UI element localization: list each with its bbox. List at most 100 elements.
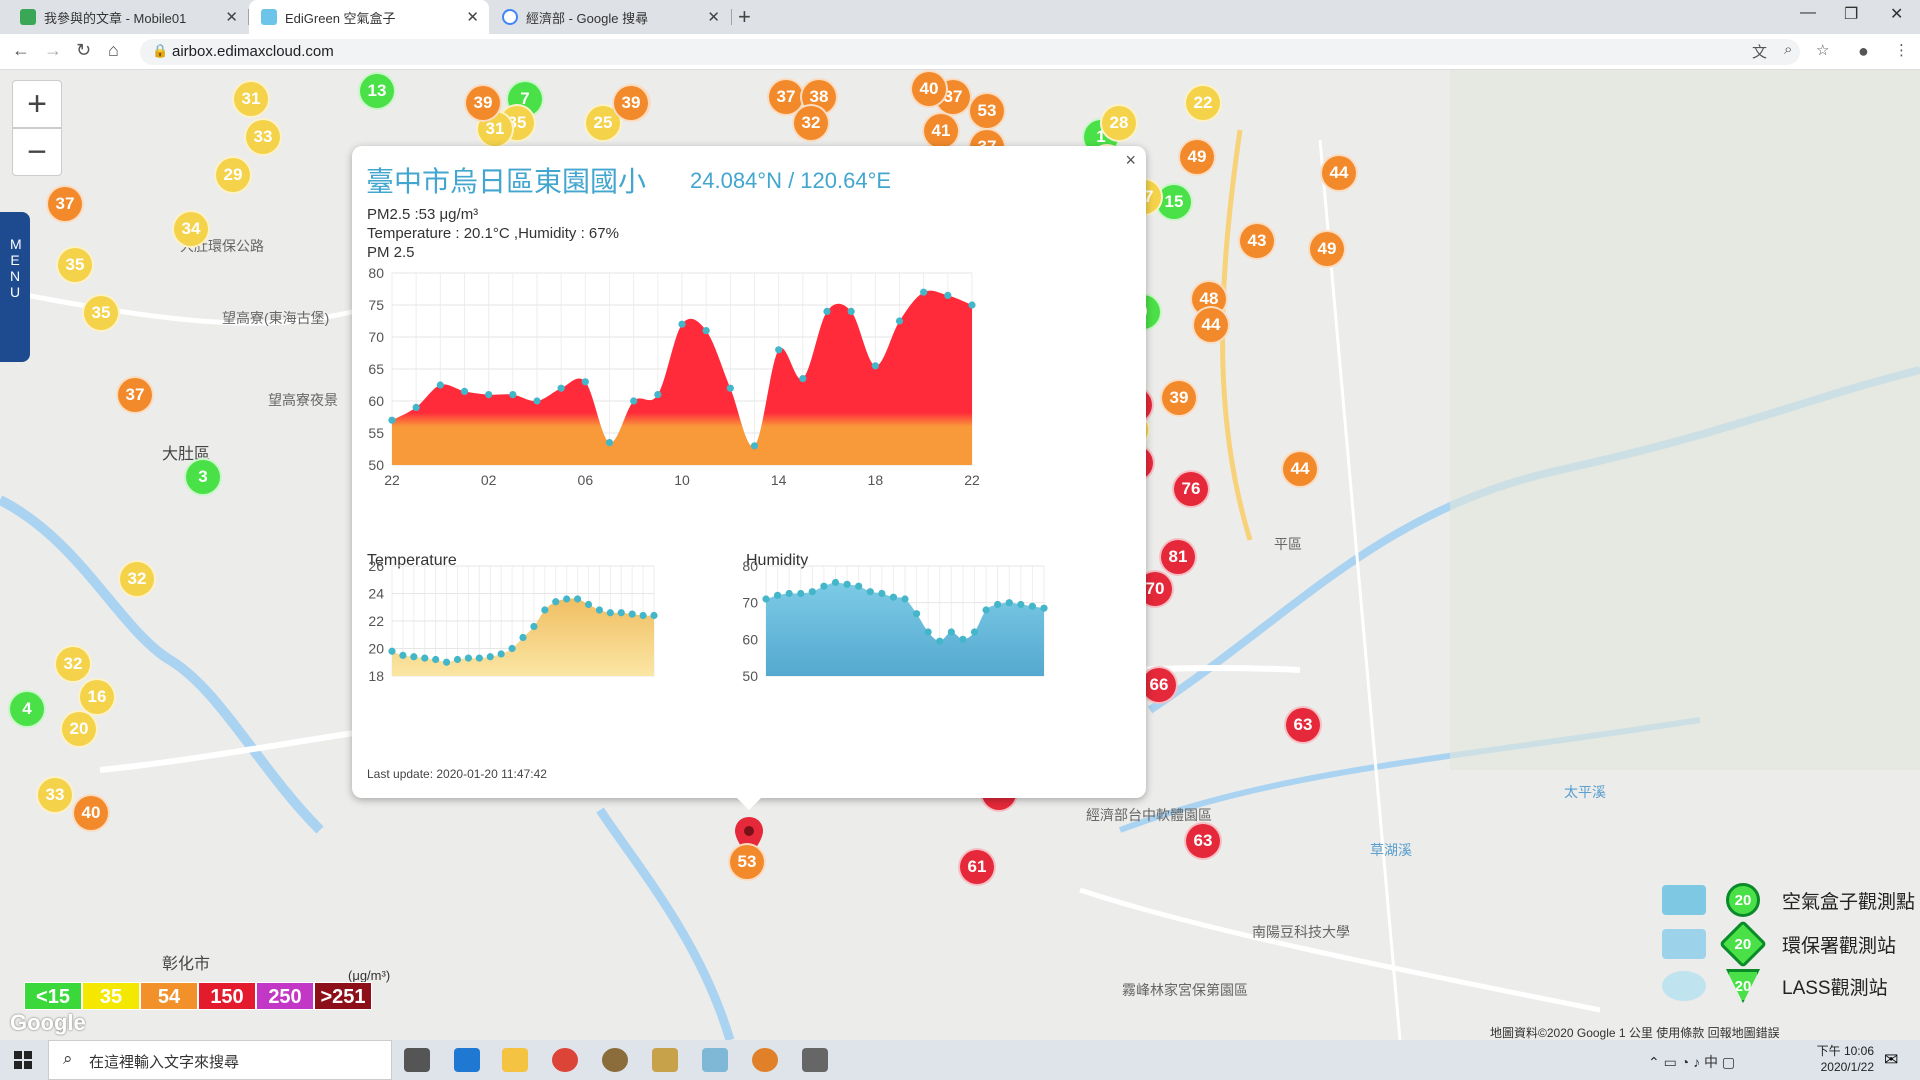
station-marker[interactable]: 28 xyxy=(1100,104,1138,142)
station-marker[interactable]: 3 xyxy=(184,458,222,496)
profile-icon[interactable]: ● xyxy=(1858,41,1869,62)
station-marker[interactable]: 39 xyxy=(464,84,502,122)
back-button[interactable]: ← xyxy=(12,40,30,61)
data-point xyxy=(486,653,494,661)
taskbar-search-input[interactable]: ⌕ 在這裡輸入文字來搜尋 xyxy=(48,1040,392,1080)
app-icon[interactable] xyxy=(802,1048,828,1072)
data-point xyxy=(762,595,770,603)
station-marker[interactable]: 43 xyxy=(1238,222,1276,260)
close-popup-button[interactable]: × xyxy=(1125,150,1136,171)
station-marker[interactable]: 32 xyxy=(54,645,92,683)
station-marker[interactable]: 20 xyxy=(60,710,98,748)
station-marker[interactable]: 33 xyxy=(244,118,282,156)
station-marker[interactable]: 61 xyxy=(958,848,996,886)
station-marker[interactable]: 63 xyxy=(1184,822,1222,860)
station-marker[interactable]: 39 xyxy=(1160,379,1198,417)
station-lass[interactable]: 20 LASS觀測站 xyxy=(1662,968,1888,1004)
new-tab-button[interactable]: + xyxy=(738,4,751,30)
selected-station-marker[interactable]: 53 xyxy=(728,843,766,881)
station-marker[interactable]: 37 xyxy=(116,376,154,414)
y-tick-label: 22 xyxy=(368,613,384,629)
app-icon[interactable] xyxy=(752,1048,778,1072)
home-button[interactable]: ⌂ xyxy=(108,40,119,61)
chrome-icon[interactable] xyxy=(552,1048,578,1072)
station-marker[interactable]: 35 xyxy=(82,294,120,332)
data-point xyxy=(421,654,429,662)
menu-tab[interactable]: MENU xyxy=(0,212,30,362)
tab-google-search[interactable]: 經濟部 - Google 搜尋 ✕ xyxy=(490,0,730,34)
station-marker[interactable]: 49 xyxy=(1178,138,1216,176)
close-icon[interactable]: ✕ xyxy=(225,8,238,26)
data-point xyxy=(464,654,473,662)
edge-icon[interactable] xyxy=(454,1048,480,1072)
file-explorer-icon[interactable] xyxy=(502,1048,528,1072)
data-point xyxy=(552,598,560,606)
data-point xyxy=(994,600,1002,609)
station-marker[interactable]: 44 xyxy=(1192,306,1230,344)
station-marker[interactable]: 39 xyxy=(612,84,650,122)
maximize-button[interactable]: ❐ xyxy=(1844,4,1858,24)
station-marker[interactable]: 44 xyxy=(1320,154,1358,192)
station-marker[interactable]: 22 xyxy=(1184,84,1222,122)
forward-button[interactable]: → xyxy=(44,40,62,61)
minimize-button[interactable]: — xyxy=(1800,4,1816,22)
tab-edigreen[interactable]: EdiGreen 空氣盒子 ✕ xyxy=(249,0,489,34)
notification-icon[interactable]: ✉ xyxy=(1884,1050,1898,1070)
station-label: 空氣盒子觀測點 xyxy=(1782,891,1916,913)
data-point xyxy=(702,327,710,335)
station-marker[interactable]: 13 xyxy=(358,72,396,110)
data-point xyxy=(982,606,990,614)
app-icon[interactable] xyxy=(702,1048,728,1072)
zoom-icon[interactable]: ⌕ xyxy=(1784,41,1792,58)
station-marker[interactable]: 41 xyxy=(922,112,960,150)
station-marker[interactable]: 44 xyxy=(1281,450,1319,488)
station-marker[interactable]: 40 xyxy=(910,70,948,108)
zoom-out-button[interactable]: − xyxy=(12,128,62,176)
station-marker[interactable]: 40 xyxy=(72,794,110,832)
y-tick-label: 50 xyxy=(368,457,384,473)
system-clock[interactable]: 下午 10:06 2020/1/22 xyxy=(1800,1043,1874,1075)
station-marker[interactable]: 53 xyxy=(968,92,1006,130)
map-attribution[interactable]: 地圖資料©2020 Google 1 公里 使用條款 回報地圖錯誤 xyxy=(1490,1024,1780,1040)
map-area[interactable]: 大肚區 彰化市 望高寮(東海古堡) 望高寮夜景 大肚環保公路 經濟部台中軟體園區… xyxy=(0,70,1920,1040)
data-point xyxy=(485,391,493,399)
address-bar[interactable]: 🔒 airbox.edimaxcloud.com xyxy=(140,39,1800,65)
system-tray-icons[interactable]: ⌃ ▭ ◔ ♪ 中 ▢ xyxy=(1648,1052,1735,1072)
app-icon[interactable] xyxy=(602,1048,628,1072)
station-marker[interactable]: 81 xyxy=(1159,538,1197,576)
app-icon[interactable] xyxy=(652,1048,678,1072)
station-marker[interactable]: 32 xyxy=(792,104,830,142)
station-marker[interactable]: 32 xyxy=(118,560,156,598)
station-marker[interactable]: 33 xyxy=(36,776,74,814)
tab-mobile01[interactable]: 我參與的文章 - Mobile01 ✕ xyxy=(8,0,248,34)
data-point xyxy=(410,653,418,661)
reload-button[interactable]: ↻ xyxy=(76,40,91,61)
data-point xyxy=(820,582,828,590)
y-tick-label: 24 xyxy=(368,586,384,602)
star-icon[interactable]: ☆ xyxy=(1816,41,1829,59)
station-marker[interactable]: 63 xyxy=(1284,706,1322,744)
station-epa[interactable]: 20 環保署觀測站 xyxy=(1662,919,1896,969)
windows-start-icon[interactable] xyxy=(14,1051,32,1069)
close-icon[interactable]: ✕ xyxy=(707,8,720,26)
station-marker[interactable]: 29 xyxy=(214,156,252,194)
more-menu-icon[interactable]: ⋮ xyxy=(1894,41,1909,59)
close-icon[interactable]: ✕ xyxy=(466,8,479,26)
station-marker[interactable]: 34 xyxy=(172,210,210,248)
data-point xyxy=(878,589,886,598)
zoom-in-button[interactable]: + xyxy=(12,80,62,128)
translate-icon[interactable]: 文 xyxy=(1752,41,1767,62)
station-label: LASS觀測站 xyxy=(1782,977,1888,999)
data-point xyxy=(654,391,662,399)
station-marker[interactable]: 31 xyxy=(232,80,270,118)
station-marker[interactable]: 4 xyxy=(8,690,46,728)
station-marker[interactable]: 49 xyxy=(1308,230,1346,268)
google-icon xyxy=(502,9,518,25)
station-marker[interactable]: 76 xyxy=(1172,470,1210,508)
station-marker[interactable]: 37 xyxy=(46,185,84,223)
data-point xyxy=(519,633,527,642)
window-close-button[interactable]: ✕ xyxy=(1890,4,1903,24)
task-view-icon[interactable] xyxy=(404,1048,430,1072)
station-marker[interactable]: 35 xyxy=(56,246,94,284)
station-airbox[interactable]: 20 空氣盒子觀測點 xyxy=(1662,882,1915,918)
